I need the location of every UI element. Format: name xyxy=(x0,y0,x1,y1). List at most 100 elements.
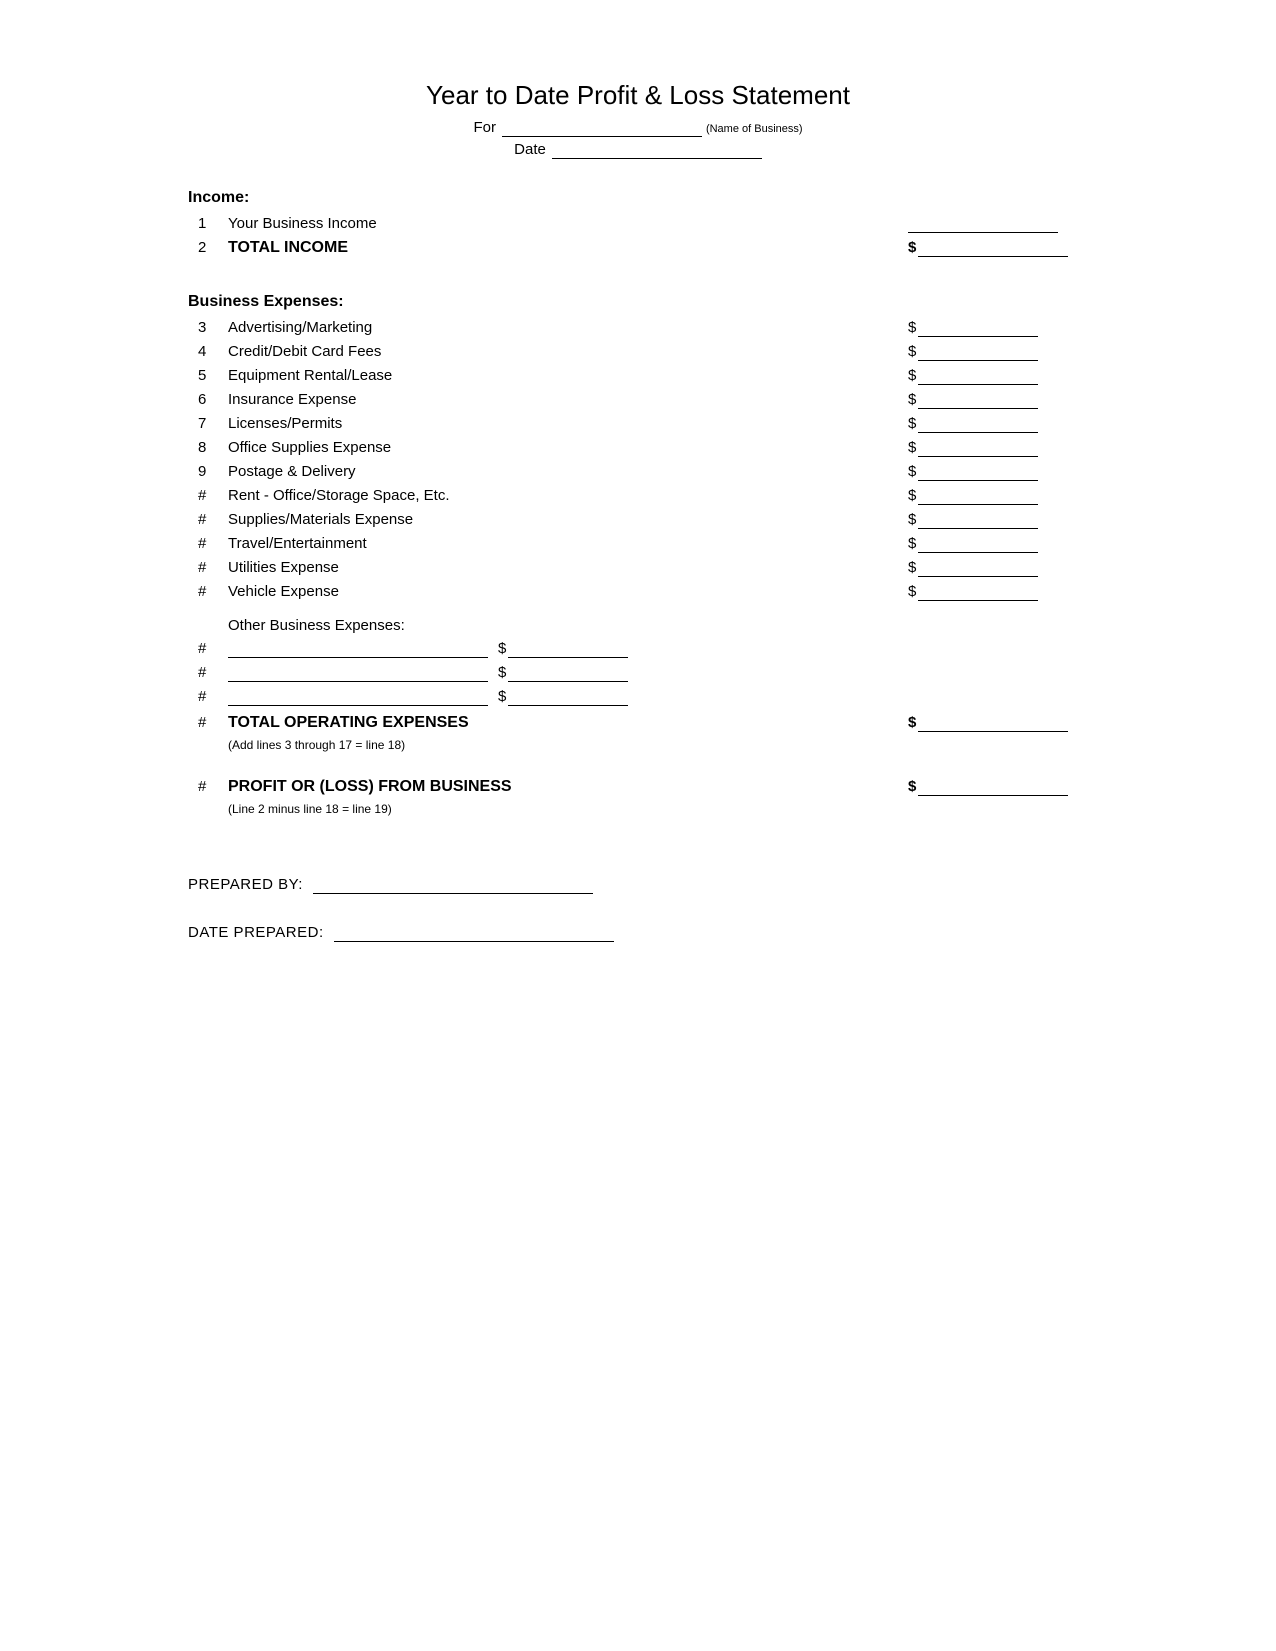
row-num-12: # xyxy=(198,535,228,552)
exp6-amount[interactable] xyxy=(918,391,1038,409)
exp8-dollar: $ xyxy=(908,439,916,456)
expense-row-7: 7 Licenses/Permits $ xyxy=(188,415,1088,433)
expense-row-12: # Travel/Entertainment $ xyxy=(188,535,1088,553)
expense-row-11: # Supplies/Materials Expense $ xyxy=(188,511,1088,529)
prepared-by-row: PREPARED BY: xyxy=(188,876,1088,894)
row-lbl-14: Vehicle Expense xyxy=(228,583,908,600)
exp7-amount[interactable] xyxy=(918,415,1038,433)
row-num-13: # xyxy=(198,559,228,576)
other-num-3: # xyxy=(198,688,228,705)
row-label-1: Your Business Income xyxy=(228,215,908,232)
row-num-10: # xyxy=(198,487,228,504)
expense-row-8: 8 Office Supplies Expense $ xyxy=(188,439,1088,457)
other-label-1[interactable] xyxy=(228,640,488,658)
total-op-amount[interactable] xyxy=(918,714,1068,732)
for-line: For (Name of Business) xyxy=(188,119,1088,137)
exp10-amount[interactable] xyxy=(918,487,1038,505)
exp12-amount[interactable] xyxy=(918,535,1038,553)
date-prepared-input[interactable] xyxy=(334,924,614,942)
exp4-dollar: $ xyxy=(908,343,916,360)
other-dollar-3: $ xyxy=(498,688,506,705)
exp3-amount[interactable] xyxy=(918,319,1038,337)
other-expenses-title-row: Other Business Expenses: xyxy=(188,617,1088,634)
profit-loss-row: # PROFIT OR (LOSS) FROM BUSINESS $ xyxy=(188,778,1088,796)
exp9-dollar: $ xyxy=(908,463,916,480)
row-number-2: 2 xyxy=(198,239,228,256)
date-line: Date xyxy=(188,141,1088,159)
row-lbl-13: Utilities Expense xyxy=(228,559,908,576)
income-row1-amount[interactable] xyxy=(908,215,1058,233)
other-expenses-title: Other Business Expenses: xyxy=(228,617,1088,634)
income-section-title: Income: xyxy=(188,189,1088,207)
other-label-3[interactable] xyxy=(228,688,488,706)
date-prepared-row: DATE PREPARED: xyxy=(188,924,1088,942)
exp14-dollar: $ xyxy=(908,583,916,600)
other-expense-row-3: # $ xyxy=(188,688,1088,706)
exp9-amount[interactable] xyxy=(918,463,1038,481)
row-num-3: 3 xyxy=(198,319,228,336)
other-amount-1[interactable] xyxy=(508,640,628,658)
row-num-7: 7 xyxy=(198,415,228,432)
expense-row-4: 4 Credit/Debit Card Fees $ xyxy=(188,343,1088,361)
income-row-1: 1 Your Business Income xyxy=(188,215,1088,233)
prepared-by-label: PREPARED BY: xyxy=(188,876,303,893)
row-number-1: 1 xyxy=(198,215,228,232)
total-operating-row: # TOTAL OPERATING EXPENSES $ xyxy=(188,714,1088,732)
total-op-label: TOTAL OPERATING EXPENSES xyxy=(228,714,908,732)
exp8-amount[interactable] xyxy=(918,439,1038,457)
date-prepared-label: DATE PREPARED: xyxy=(188,924,324,941)
other-amount-3[interactable] xyxy=(508,688,628,706)
row-num-9: 9 xyxy=(198,463,228,480)
exp10-dollar: $ xyxy=(908,487,916,504)
other-amount-2[interactable] xyxy=(508,664,628,682)
name-of-business-note: (Name of Business) xyxy=(706,123,803,135)
row-num-4: 4 xyxy=(198,343,228,360)
row-num-5: 5 xyxy=(198,367,228,384)
row-lbl-5: Equipment Rental/Lease xyxy=(228,367,908,384)
date-input[interactable] xyxy=(552,141,762,159)
row-lbl-12: Travel/Entertainment xyxy=(228,535,908,552)
prepared-by-input[interactable] xyxy=(313,876,593,894)
row-label-2: TOTAL INCOME xyxy=(228,239,908,257)
row-lbl-10: Rent - Office/Storage Space, Etc. xyxy=(228,487,908,504)
profit-amount[interactable] xyxy=(918,778,1068,796)
row-num-11: # xyxy=(198,511,228,528)
other-label-2[interactable] xyxy=(228,664,488,682)
other-expense-row-1: # $ xyxy=(188,640,1088,658)
row-lbl-6: Insurance Expense xyxy=(228,391,908,408)
row-num-6: 6 xyxy=(198,391,228,408)
date-label: Date xyxy=(514,141,546,158)
exp4-amount[interactable] xyxy=(918,343,1038,361)
other-num-2: # xyxy=(198,664,228,681)
exp11-amount[interactable] xyxy=(918,511,1038,529)
row-lbl-9: Postage & Delivery xyxy=(228,463,908,480)
exp14-amount[interactable] xyxy=(918,583,1038,601)
other-dollar-2: $ xyxy=(498,664,506,681)
other-num-1: # xyxy=(198,640,228,657)
row-lbl-8: Office Supplies Expense xyxy=(228,439,908,456)
profit-label: PROFIT OR (LOSS) FROM BUSINESS xyxy=(228,778,908,796)
exp13-amount[interactable] xyxy=(918,559,1038,577)
row-num-8: 8 xyxy=(198,439,228,456)
total-income-dollar: $ xyxy=(908,239,916,256)
total-op-note: (Add lines 3 through 17 = line 18) xyxy=(188,738,1088,752)
for-label: For xyxy=(473,119,496,136)
profit-dollar: $ xyxy=(908,778,916,795)
exp7-dollar: $ xyxy=(908,415,916,432)
exp11-dollar: $ xyxy=(908,511,916,528)
total-income-amount[interactable] xyxy=(918,239,1068,257)
other-dollar-1: $ xyxy=(498,640,506,657)
exp12-dollar: $ xyxy=(908,535,916,552)
expense-row-6: 6 Insurance Expense $ xyxy=(188,391,1088,409)
expense-row-13: # Utilities Expense $ xyxy=(188,559,1088,577)
exp5-dollar: $ xyxy=(908,367,916,384)
exp3-dollar: $ xyxy=(908,319,916,336)
expense-row-5: 5 Equipment Rental/Lease $ xyxy=(188,367,1088,385)
expense-row-10: # Rent - Office/Storage Space, Etc. $ xyxy=(188,487,1088,505)
expense-row-3: 3 Advertising/Marketing $ xyxy=(188,319,1088,337)
page-title: Year to Date Profit & Loss Statement xyxy=(188,80,1088,111)
total-op-dollar: $ xyxy=(908,714,916,731)
row-lbl-4: Credit/Debit Card Fees xyxy=(228,343,908,360)
exp5-amount[interactable] xyxy=(918,367,1038,385)
for-input[interactable] xyxy=(502,119,702,137)
